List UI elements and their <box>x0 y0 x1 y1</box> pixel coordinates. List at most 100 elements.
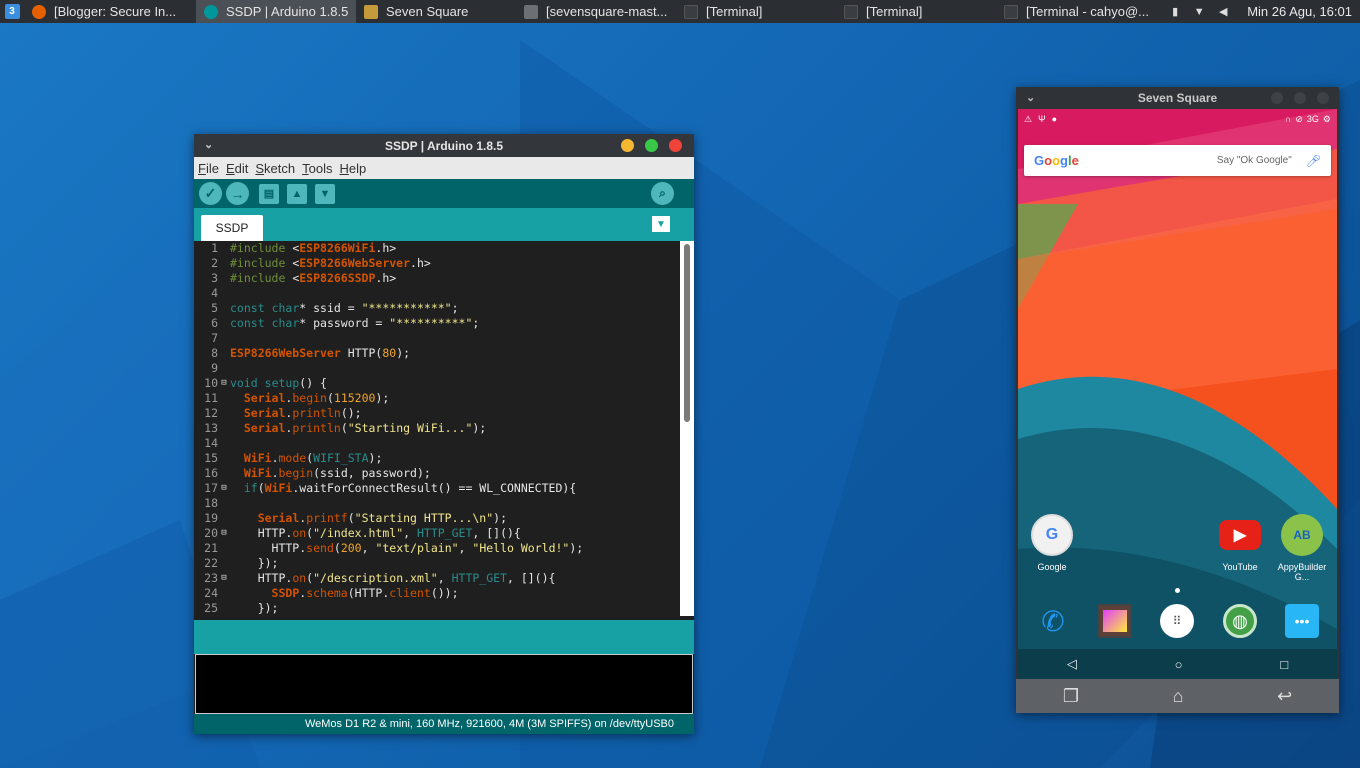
messaging-icon[interactable]: ••• <box>1285 604 1319 638</box>
fold-toggle-icon[interactable]: ⊟ <box>218 376 230 391</box>
close-button[interactable] <box>669 139 682 152</box>
code-line[interactable]: 12 Serial.println(); <box>194 406 680 421</box>
menu-edit[interactable]: Edit <box>226 161 248 176</box>
home-button-icon[interactable]: ⌂ <box>1173 686 1184 707</box>
task-file-manager[interactable]: [sevensquare-mast... <box>516 0 676 23</box>
battery-icon[interactable]: ▮ <box>1169 6 1181 18</box>
terminal-icon <box>844 4 858 19</box>
code-line[interactable]: 7 <box>194 331 680 346</box>
code-line[interactable]: 14 <box>194 436 680 451</box>
code-line[interactable]: 17 ⊟ if(WiFi.waitForConnectResult() == WL… <box>194 481 680 496</box>
browser-icon[interactable]: ◍ <box>1223 604 1257 638</box>
window-title: SSDP | Arduino 1.8.5 <box>384 138 504 153</box>
gallery-icon[interactable] <box>1098 604 1132 638</box>
task-terminal-3[interactable]: [Terminal - cahyo@... <box>996 0 1156 23</box>
app-youtube[interactable]: ▶ YouTube <box>1209 514 1271 572</box>
open-button[interactable]: ▲ <box>287 183 307 204</box>
microphone-icon[interactable]: 🎤︎ <box>1306 154 1321 168</box>
android-wallpaper <box>1018 109 1337 679</box>
code-line[interactable]: 5 const char* ssid = "***********"; <box>194 301 680 316</box>
code-line[interactable]: 11 Serial.begin(115200); <box>194 391 680 406</box>
code-line[interactable]: 25 }); <box>194 601 680 616</box>
window-menu-chevron-icon[interactable]: ⌄ <box>204 138 213 151</box>
window-titlebar[interactable]: ⌄ SSDP | Arduino 1.8.5 <box>194 134 694 157</box>
start-menu-button[interactable]: 3 <box>0 0 24 23</box>
verify-button[interactable]: ✓ <box>199 182 222 205</box>
code-line[interactable]: 2 #include <ESP8266WebServer.h> <box>194 256 680 271</box>
line-number: 15 <box>204 451 218 465</box>
code-line[interactable]: 3 #include <ESP8266SSDP.h> <box>194 271 680 286</box>
back-icon[interactable]: ◁ <box>1067 656 1077 672</box>
maximize-button[interactable] <box>645 139 658 152</box>
code-line[interactable]: 6 const char* password = "**********"; <box>194 316 680 331</box>
window-titlebar[interactable]: ⌄ Seven Square <box>1016 87 1339 109</box>
wifi-icon[interactable]: ▼ <box>1193 6 1205 18</box>
code-line[interactable]: 1 #include <ESP8266WiFi.h> <box>194 241 680 256</box>
editor-scrollbar[interactable] <box>680 241 694 616</box>
app-drawer-icon[interactable]: ⠿ <box>1160 604 1194 638</box>
maximize-button[interactable] <box>1294 92 1306 104</box>
minimize-button[interactable] <box>1271 92 1283 104</box>
menu-sketch[interactable]: Sketch <box>255 161 295 176</box>
code-line[interactable]: 10 ⊟ void setup() { <box>194 376 680 391</box>
window-menu-chevron-icon[interactable]: ⌄ <box>1026 91 1035 104</box>
line-number: 13 <box>204 421 218 435</box>
close-button[interactable] <box>1317 92 1329 104</box>
code-text-line: const char* password = "**********"; <box>230 316 480 330</box>
menu-tools[interactable]: Tools <box>302 161 332 176</box>
app-appybuilder[interactable]: AB AppyBuilder G... <box>1271 514 1333 582</box>
code-line[interactable]: 22 }); <box>194 556 680 571</box>
line-number: 10 <box>204 376 218 390</box>
clock[interactable]: Min 26 Agu, 16:01 <box>1247 4 1352 19</box>
code-text-line: Serial.printf("Starting HTTP...\n"); <box>257 511 508 525</box>
app-google[interactable]: G Google <box>1021 514 1083 572</box>
home-icon[interactable]: ○ <box>1175 657 1183 672</box>
back-button-icon[interactable]: ↩ <box>1277 686 1292 707</box>
fold-toggle-icon[interactable]: ⊟ <box>218 481 230 496</box>
task-seven-square[interactable]: Seven Square <box>356 0 516 23</box>
new-button[interactable]: ▤ <box>259 183 279 204</box>
code-line[interactable]: 16 WiFi.begin(ssid, password); <box>194 466 680 481</box>
task-arduino[interactable]: SSDP | Arduino 1.8.5 <box>196 0 356 23</box>
fold-toggle-icon[interactable]: ⊟ <box>218 526 230 541</box>
recent-apps-button-icon[interactable]: ❐ <box>1063 686 1079 707</box>
code-line[interactable]: 8 ESP8266WebServer HTTP(80); <box>194 346 680 361</box>
recents-icon[interactable]: □ <box>1280 657 1288 672</box>
scrollbar-thumb[interactable] <box>684 244 690 422</box>
android-screen[interactable]: ⚠ Ψ ● ∩ ⊘ 3G ⚙ Google Say "Ok Google" 🎤︎… <box>1018 109 1337 679</box>
phone-icon[interactable]: ✆ <box>1036 604 1070 638</box>
code-line[interactable]: 20 ⊟ HTTP.on("/index.html", HTTP_GET, [](… <box>194 526 680 541</box>
line-number: 21 <box>204 541 218 555</box>
console-output[interactable] <box>195 654 693 714</box>
tab-bar: SSDP ▼ <box>194 208 694 241</box>
volume-icon[interactable]: ◀ <box>1217 6 1229 18</box>
tab-ssdp[interactable]: SSDP <box>201 215 263 241</box>
code-editor[interactable]: 1 #include <ESP8266WiFi.h> 2 #include <ESP8… <box>194 241 694 616</box>
upload-button[interactable]: → <box>226 182 249 205</box>
code-text[interactable]: 1 #include <ESP8266WiFi.h> 2 #include <ESP8… <box>194 241 680 616</box>
code-line[interactable]: 15 WiFi.mode(WIFI_STA); <box>194 451 680 466</box>
minimize-button[interactable] <box>621 139 634 152</box>
code-line[interactable]: 21 HTTP.send(200, "text/plain", "Hello W… <box>194 541 680 556</box>
task-firefox[interactable]: [Blogger: Secure In... <box>24 0 196 23</box>
code-line[interactable]: 4 <box>194 286 680 301</box>
fold-toggle-icon[interactable]: ⊟ <box>218 571 230 586</box>
code-line[interactable]: 18 <box>194 496 680 511</box>
code-text-line: HTTP.on("/description.xml", HTTP_GET, []… <box>230 571 556 585</box>
code-line[interactable]: 23 ⊟ HTTP.on("/description.xml", HTTP_GET… <box>194 571 680 586</box>
task-terminal-1[interactable]: [Terminal] <box>676 0 836 23</box>
task-terminal-2[interactable]: [Terminal] <box>836 0 996 23</box>
tab-menu-button[interactable]: ▼ <box>652 216 670 232</box>
serial-monitor-button[interactable]: ⌕ <box>651 182 674 205</box>
code-line[interactable]: 19 Serial.printf("Starting HTTP...\n"); <box>194 511 680 526</box>
google-search-bar[interactable]: Google Say "Ok Google" 🎤︎ <box>1024 145 1331 176</box>
save-button[interactable]: ▼ <box>315 183 335 204</box>
code-line[interactable]: 13 Serial.println("Starting WiFi..."); <box>194 421 680 436</box>
menu-file[interactable]: File <box>198 161 219 176</box>
code-line[interactable]: 9 <box>194 361 680 376</box>
code-line[interactable]: 24 SSDP.schema(HTTP.client()); <box>194 586 680 601</box>
menu-help[interactable]: Help <box>339 161 366 176</box>
